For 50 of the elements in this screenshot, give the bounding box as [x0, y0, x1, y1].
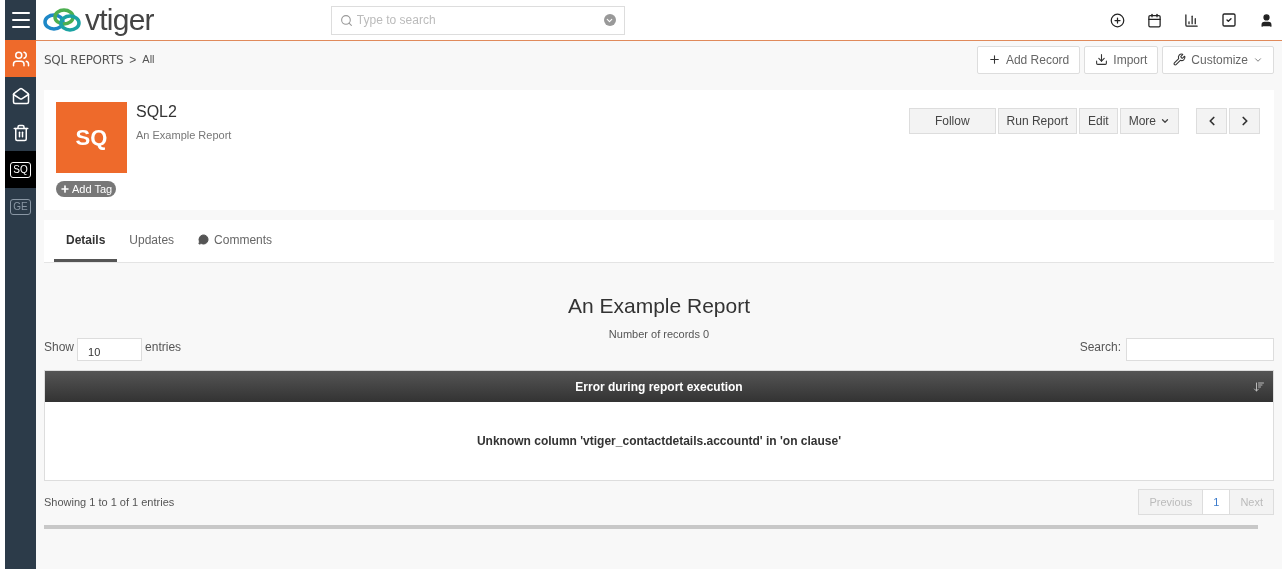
action-button[interactable]: Run Report: [997, 108, 1077, 134]
action-button[interactable]: Follow: [908, 108, 996, 134]
tab[interactable]: Updates: [117, 220, 187, 262]
trash-icon: [11, 123, 30, 142]
record-title: SQL2: [136, 102, 178, 122]
module-title[interactable]: SQL REPORTS: [44, 50, 124, 69]
checkbox-icon[interactable]: [1221, 12, 1237, 28]
entries-label: entries: [145, 339, 182, 356]
toolbar-button[interactable]: Add Record: [976, 45, 1081, 74]
user-icon[interactable]: [1259, 12, 1274, 28]
download-icon: [1095, 53, 1109, 66]
record-subtitle: An Example Report: [136, 128, 232, 143]
sidebar-item[interactable]: GE: [5, 188, 36, 225]
comment-icon: [198, 234, 210, 245]
toolbar-button[interactable]: Customize: [1162, 45, 1274, 74]
record-avatar: SQ: [56, 102, 127, 173]
page-size-field[interactable]: 10: [77, 338, 143, 361]
table-search-field[interactable]: [1126, 338, 1274, 361]
column-header[interactable]: Error during report execution: [45, 371, 1273, 402]
tab[interactable]: Details: [54, 220, 118, 262]
bar-chart-icon[interactable]: [1184, 12, 1199, 28]
sidebar-item[interactable]: SQ: [5, 151, 36, 188]
breadcrumb-separator: >: [129, 51, 137, 69]
tab[interactable]: Comments: [186, 220, 285, 262]
add-tag-button[interactable]: Add Tag: [56, 181, 117, 197]
show-label: Show: [44, 339, 75, 356]
users-icon: [11, 49, 30, 68]
dropdown-icon[interactable]: [603, 14, 616, 26]
table-cell: Unknown column 'vtiger_contactdetails.accountd' in 'on clause': [45, 402, 1273, 480]
pagination-button[interactable]: 1: [1202, 489, 1231, 515]
action-button[interactable]: Edit: [1078, 108, 1118, 134]
plus-icon: [60, 184, 70, 194]
entries-info: Showing 1 to 1 of 1 entries: [44, 494, 175, 510]
calendar-icon[interactable]: [1147, 12, 1162, 28]
sort-icon[interactable]: [1253, 380, 1265, 393]
search-field[interactable]: Type to search: [356, 11, 600, 29]
toolbar-button[interactable]: Import: [1084, 45, 1159, 74]
action-button[interactable]: More: [1119, 108, 1179, 134]
search-icon: [339, 13, 353, 27]
cloud-logo-icon: [42, 7, 82, 33]
plus-icon: [987, 53, 1001, 66]
report-title: An Example Report: [567, 293, 751, 319]
breadcrumb-item[interactable]: All: [142, 51, 155, 68]
add-icon[interactable]: [1110, 12, 1125, 28]
wrench-icon: [1173, 53, 1187, 66]
mail-icon: [11, 86, 30, 105]
search-box[interactable]: Type to search: [330, 5, 625, 35]
record-count: Number of records 0: [608, 326, 710, 342]
search-label: Search:: [1079, 339, 1121, 356]
logo-text: vtiger: [85, 5, 154, 35]
